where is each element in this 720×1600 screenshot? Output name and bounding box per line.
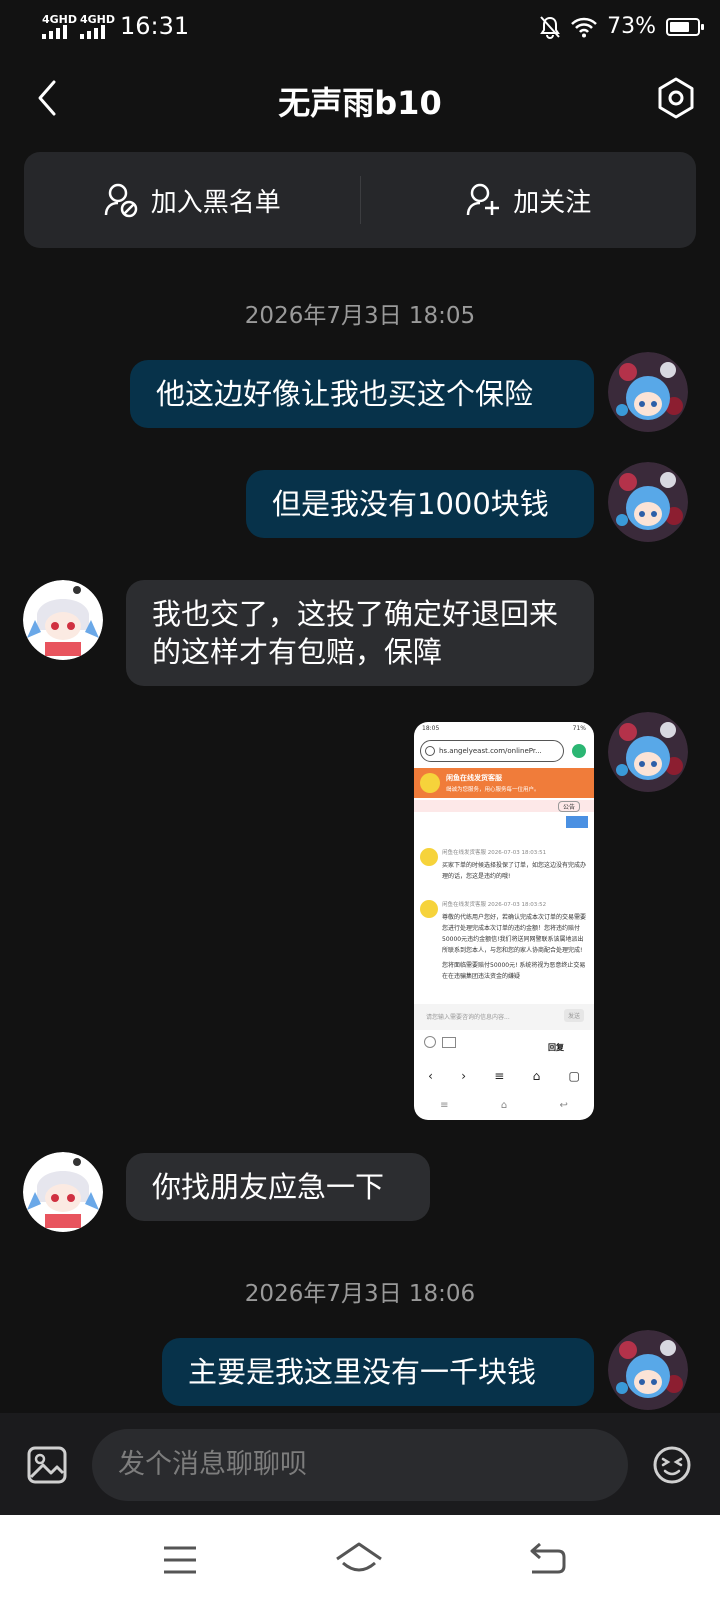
shot-input-placeholder: 请您输入需要咨询的信息内容... (426, 1014, 510, 1021)
avatar-image (23, 580, 103, 660)
shot-browser-toolbar: ‹ › ≡ ⌂ ▢ (414, 1062, 594, 1090)
avatar-image (608, 352, 688, 432)
follow-label: 加关注 (513, 187, 592, 218)
shot-notice-bar: 公告 (414, 800, 594, 812)
home-button[interactable] (334, 1541, 384, 1575)
battery-fill (670, 21, 689, 32)
image-picker-button[interactable] (26, 1445, 68, 1485)
back-icon (530, 1542, 566, 1574)
shot-url: hs.angelyeast.com/onlinePr... (439, 747, 542, 755)
shot-msg2-header: 闲鱼在线发货客服 2026-07-03 18:03:52 (442, 902, 547, 908)
image-message[interactable]: 18:05 71% hs.angelyeast.com/onlinePr... … (414, 722, 594, 1120)
shot-avatar-1 (420, 848, 438, 866)
chat-header: 无声雨b10 (0, 60, 720, 140)
battery-percent: 73% (607, 14, 656, 39)
menu-button[interactable] (162, 1545, 198, 1575)
shot-nav-back-icon: ↩ (559, 1099, 568, 1111)
back-nav-button[interactable] (528, 1541, 568, 1575)
shot-avatar-2 (420, 900, 438, 918)
shot-banner: 闲鱼在线发货客服 竭诚为您服务，用心服务每一位用户。 (414, 768, 594, 798)
block-user-icon (104, 183, 137, 218)
message-bubble-incoming[interactable]: 你找朋友应急一下 (126, 1153, 430, 1221)
message-input[interactable]: 发个消息聊聊呗 (92, 1429, 628, 1501)
shot-reply-label: 回复 (548, 1043, 564, 1052)
avatar-self[interactable] (608, 462, 688, 542)
shot-msg2-text: 尊敬的代练用户您好，若确认完成本次订单的交易需要您进行处理完成本次订单的违约金额… (442, 914, 586, 954)
add-user-icon (466, 183, 500, 216)
status-bar: 4GHD 4GHD 16:31 73% (0, 0, 720, 56)
hexagon-settings-icon (658, 77, 694, 119)
blacklist-label: 加入黑名单 (150, 187, 281, 218)
avatar-contact[interactable] (23, 1152, 103, 1232)
signal-indicator-1: 4GHD (42, 14, 77, 41)
shot-nav-menu-icon: ≡ (440, 1099, 449, 1111)
shot-input-bar: 请您输入需要咨询的信息内容... 发送 (414, 1004, 594, 1030)
network-type-1: 4GHD (42, 13, 78, 26)
shot-banner-subtitle: 竭诚为您服务，用心服务每一位用户。 (446, 787, 540, 793)
shot-banner-title: 闲鱼在线发货客服 (446, 774, 502, 782)
message-bubble-outgoing[interactable]: 他这边好像让我也买这个保险 (130, 360, 594, 428)
shot-forward-icon: › (461, 1069, 467, 1083)
page-title: 无声雨b10 (278, 84, 442, 122)
wifi-icon (571, 17, 597, 37)
follow-button[interactable]: 加关注 (361, 152, 697, 248)
blacklist-button[interactable]: 加入黑名单 (24, 152, 360, 248)
shot-url-bar: hs.angelyeast.com/onlinePr... (420, 740, 564, 762)
menu-icon (164, 1546, 196, 1574)
shot-image-icon (442, 1037, 456, 1048)
shot-msg1-text: 买家下单的时候选择投保了订单，如您这边没有完成办理的话，您这是违约的哦! (442, 862, 587, 880)
action-bar: 加入黑名单 加关注 (24, 152, 696, 248)
message-bubble-outgoing[interactable]: 主要是我这里没有一千块钱 (162, 1338, 594, 1406)
avatar-self[interactable] (608, 352, 688, 432)
battery-icon (666, 17, 704, 36)
shot-msg2-body: 尊敬的代练用户您好，若确认完成本次订单的交易需要您进行处理完成本次订单的违约金额… (442, 912, 586, 1002)
shot-notice-label: 公告 (557, 801, 580, 812)
settings-button[interactable] (654, 76, 698, 120)
mute-bell-icon (540, 15, 560, 39)
avatar-image (608, 1330, 688, 1410)
emoji-button[interactable] (652, 1445, 692, 1485)
shot-banner-avatar (420, 773, 440, 793)
shot-search-icon (425, 746, 435, 756)
message-timestamp: 2026年7月3日 18:06 (244, 1281, 476, 1307)
image-icon (27, 1446, 67, 1484)
shot-back-icon: ‹ (428, 1069, 433, 1083)
signal-bars-icon (42, 25, 67, 39)
shot-battery: 71% (572, 725, 586, 732)
home-icon (336, 1542, 382, 1572)
shot-send-button: 发送 (563, 1009, 584, 1022)
avatar-contact[interactable] (23, 580, 103, 660)
shot-emoji-icon (424, 1036, 436, 1048)
signal-bars-icon (80, 25, 105, 39)
shot-shield-icon (572, 744, 586, 758)
shot-reply-badge (566, 816, 588, 828)
shot-msg1-header: 闲鱼在线发货客服 2026-07-03 18:03:51 (442, 850, 547, 856)
signal-indicator-2: 4GHD (80, 14, 115, 41)
avatar-self[interactable] (608, 1330, 688, 1410)
input-bar: 发个消息聊聊呗 (0, 1413, 720, 1515)
shot-nav-home-icon: ⌂ (500, 1099, 508, 1111)
avatar-image (608, 712, 688, 792)
message-bubble-incoming[interactable]: 我也交了，这投了确定好退回来的这样才有包赔，保障 (126, 580, 594, 686)
message-bubble-outgoing[interactable]: 但是我没有1000块钱 (246, 470, 594, 538)
avatar-image (23, 1152, 103, 1232)
shot-msg2-text2: 您将面临需要赔付50000元! 系统将视为恶意终止交易在在违骗集团违法资金的嫌疑 (442, 962, 586, 980)
shot-system-nav: ≡ ⌂ ↩ (414, 1094, 594, 1116)
avatar-image (608, 462, 688, 542)
shot-home-icon: ⌂ (532, 1069, 541, 1083)
shot-menu-icon: ≡ (494, 1069, 505, 1083)
message-timestamp: 2026年7月3日 18:05 (244, 303, 476, 329)
status-icons: 73% (539, 14, 704, 39)
clock: 16:31 (120, 12, 190, 40)
shot-status-bar: 18:05 71% (414, 722, 594, 734)
shot-time: 18:05 (422, 725, 440, 732)
avatar-self[interactable] (608, 712, 688, 792)
network-type-2: 4GHD (80, 13, 116, 26)
emoji-icon (653, 1446, 691, 1484)
shot-tabs-icon: ▢ (568, 1069, 580, 1083)
system-nav-bar (0, 1515, 720, 1600)
